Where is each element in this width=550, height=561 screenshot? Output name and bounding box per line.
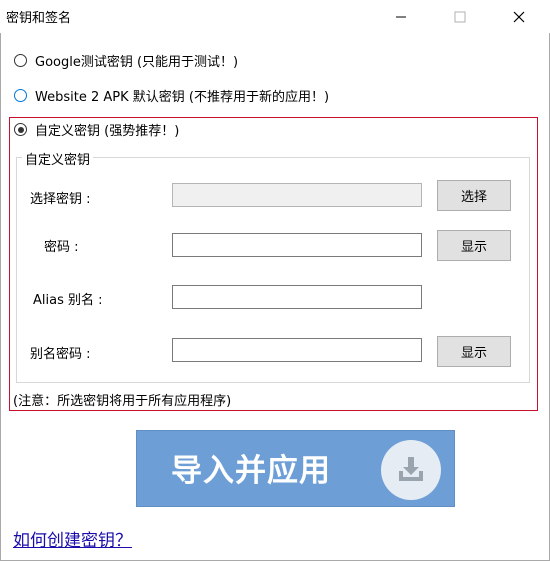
radio-circle xyxy=(14,54,27,67)
groupbox-title: 自定义密钥 xyxy=(22,149,94,168)
radio-google-test-key[interactable]: Google测试密钥 (只能用于测试！) xyxy=(14,51,238,70)
close-button[interactable] xyxy=(496,0,542,33)
alias-label: Alias 别名 : xyxy=(33,293,103,308)
radio-circle xyxy=(14,89,27,102)
radio-label: Website 2 APK 默认密钥 (不推荐用于新的应用！) xyxy=(35,90,330,105)
radio-label: Google测试密钥 (只能用于测试！) xyxy=(35,55,239,70)
alias-password-field[interactable] xyxy=(172,338,422,362)
note-text: (注意：所选密钥将用于所有应用程序) xyxy=(13,394,232,409)
radio-custom-key[interactable]: 自定义密钥 (强势推荐！) xyxy=(14,120,179,139)
show-alias-password-button[interactable]: 显示 xyxy=(437,336,511,367)
radio-default-key[interactable]: Website 2 APK 默认密钥 (不推荐用于新的应用！) xyxy=(14,86,329,105)
minimize-icon xyxy=(396,16,406,17)
alias-field[interactable] xyxy=(172,285,422,309)
import-and-apply-label: 导入并应用 xyxy=(171,453,331,489)
window-title: 密钥和签名 xyxy=(6,11,72,26)
show-password-button[interactable]: 显示 xyxy=(437,230,511,261)
password-label: 密码 : xyxy=(44,240,79,255)
password-field[interactable] xyxy=(172,233,422,257)
how-to-create-key-link[interactable]: 如何创建密钥？ xyxy=(13,526,132,551)
select-key-label: 选择密钥 : xyxy=(30,192,91,207)
alias-password-label: 别名密码 : xyxy=(30,347,91,362)
select-key-button[interactable]: 选择 xyxy=(437,180,511,211)
key-path-field[interactable] xyxy=(172,183,422,207)
maximize-button[interactable] xyxy=(437,0,483,33)
download-tray-icon xyxy=(381,440,441,500)
maximize-icon xyxy=(454,11,466,22)
title-bar: 密钥和签名 xyxy=(0,0,550,33)
radio-circle-checked xyxy=(14,123,27,136)
close-icon xyxy=(513,11,525,22)
minimize-button[interactable] xyxy=(378,0,424,33)
import-and-apply-button[interactable]: 导入并应用 xyxy=(136,430,455,507)
radio-label: 自定义密钥 (强势推荐！) xyxy=(35,124,180,139)
